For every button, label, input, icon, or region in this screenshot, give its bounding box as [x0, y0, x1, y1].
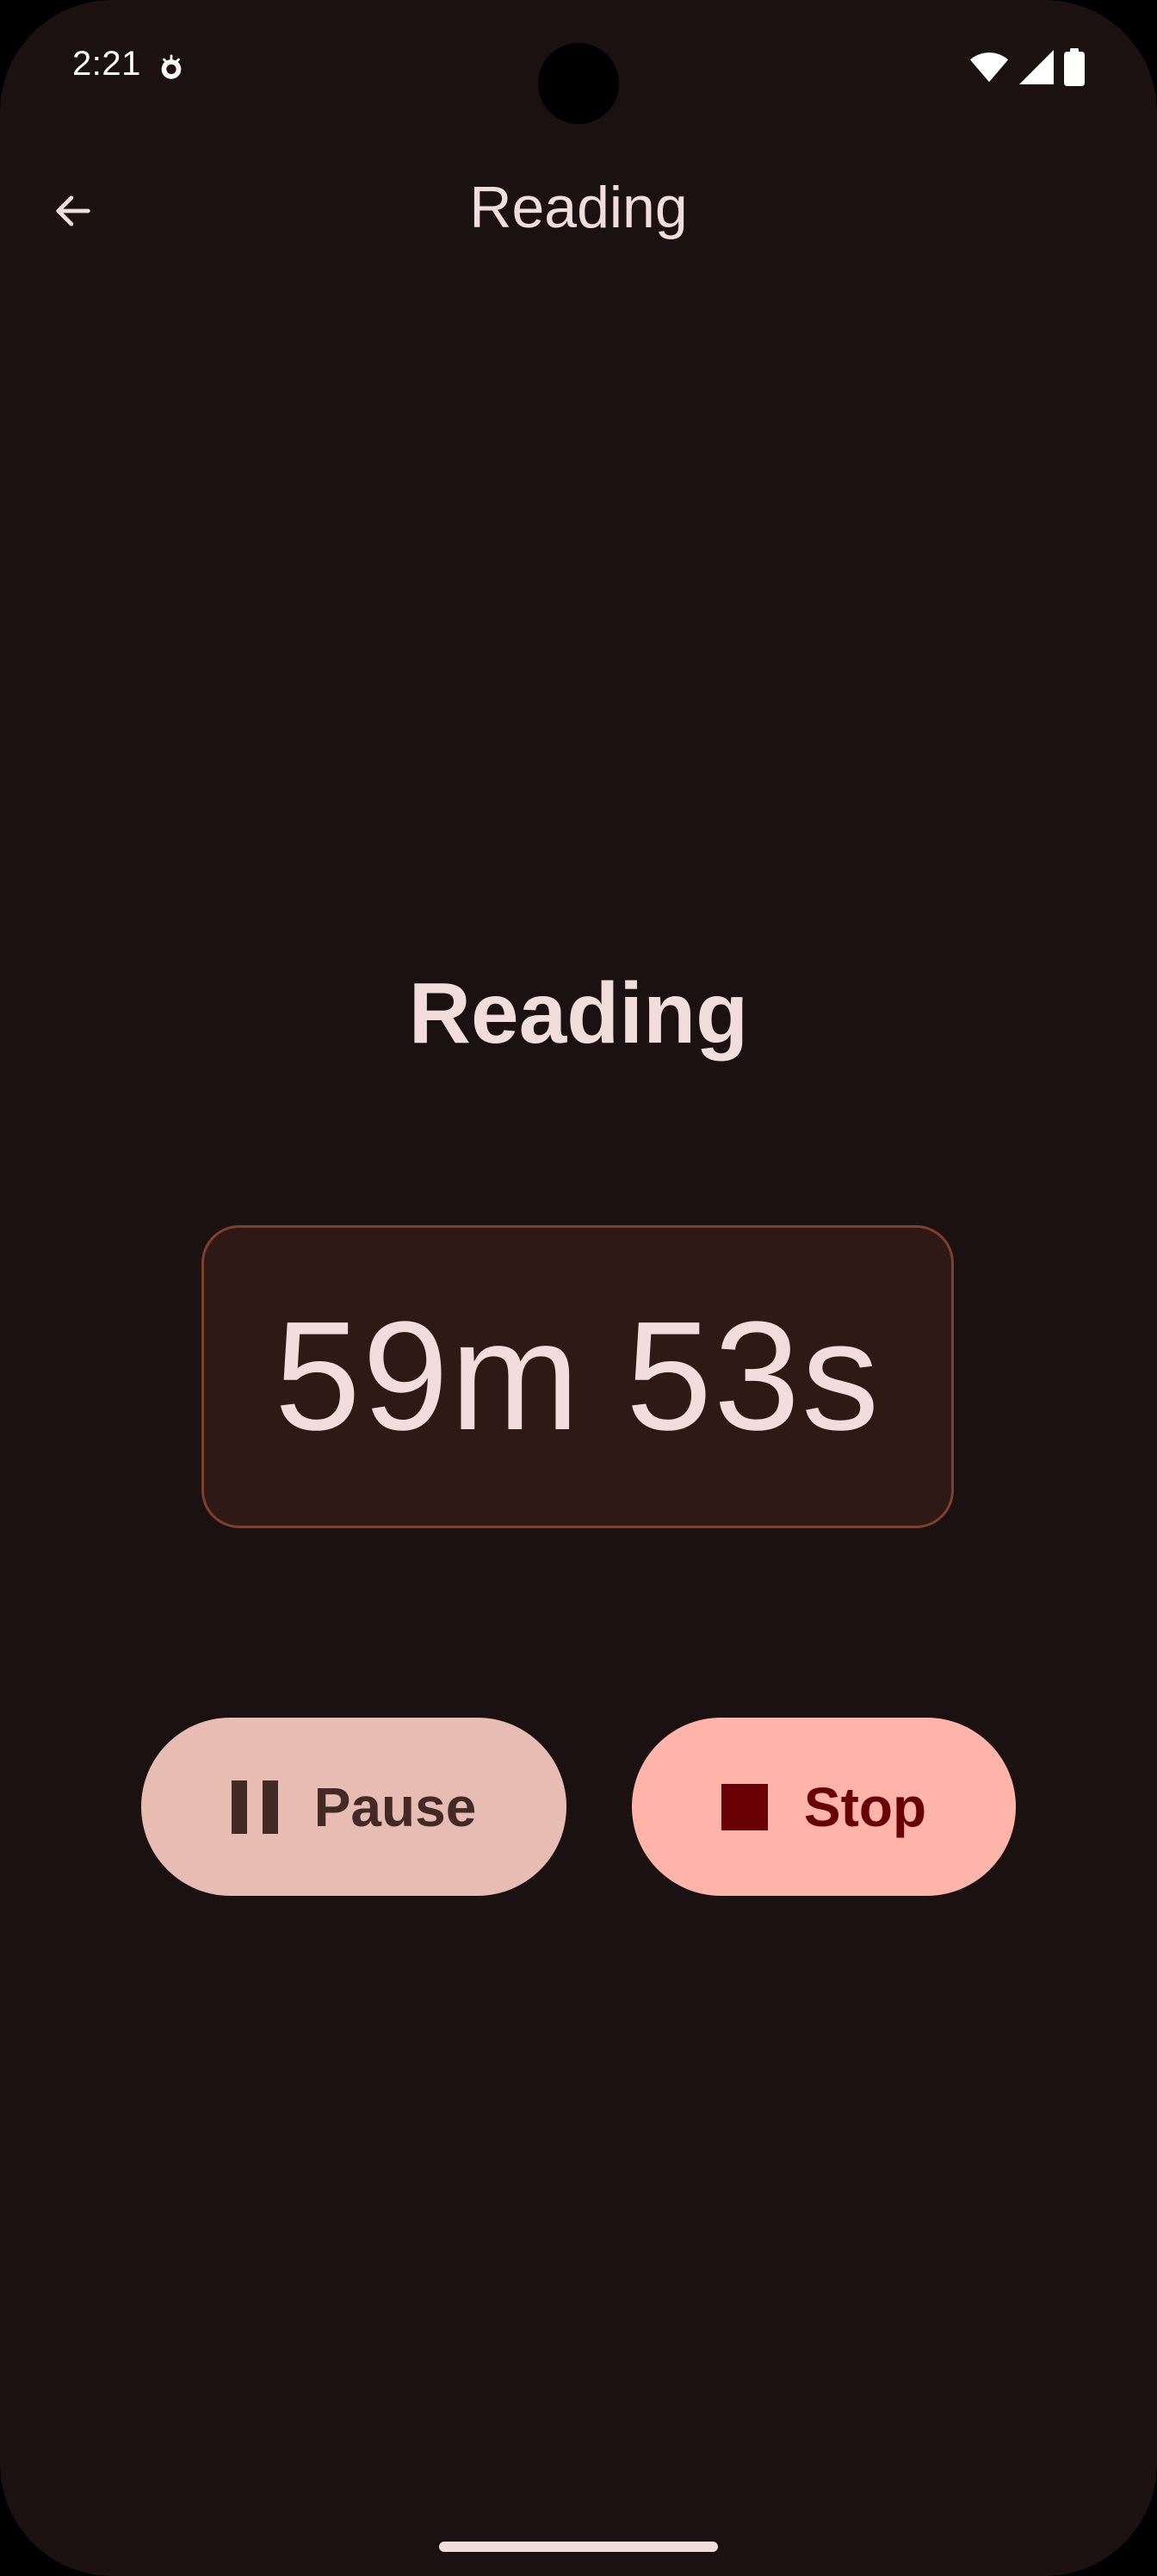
page-title: Reading — [469, 175, 688, 240]
wifi-icon — [969, 53, 1009, 83]
stop-button[interactable]: Stop — [632, 1718, 1016, 1896]
pause-button[interactable]: Pause — [141, 1718, 566, 1896]
status-bar: 2:21 — [0, 0, 1157, 138]
app-screen: 2:21 Reading Reading 59m 53s Pause Stop — [0, 0, 1157, 2576]
cell-signal-icon — [1019, 50, 1054, 84]
stop-icon — [721, 1783, 768, 1830]
pause-button-label: Pause — [313, 1775, 477, 1838]
home-indicator[interactable] — [439, 2542, 718, 2552]
status-time: 2:21 — [72, 45, 141, 83]
pause-icon — [231, 1780, 278, 1834]
timer-card: 59m 53s — [201, 1225, 954, 1528]
activity-title: Reading — [408, 965, 749, 1062]
status-icons — [969, 48, 1085, 86]
top-app-bar: Reading — [0, 146, 1157, 276]
camera-cutout — [538, 43, 619, 124]
stop-button-label: Stop — [803, 1775, 927, 1838]
app-notification-icon — [161, 54, 182, 79]
timer-display: 59m 53s — [274, 1290, 882, 1463]
battery-icon — [1064, 48, 1085, 86]
